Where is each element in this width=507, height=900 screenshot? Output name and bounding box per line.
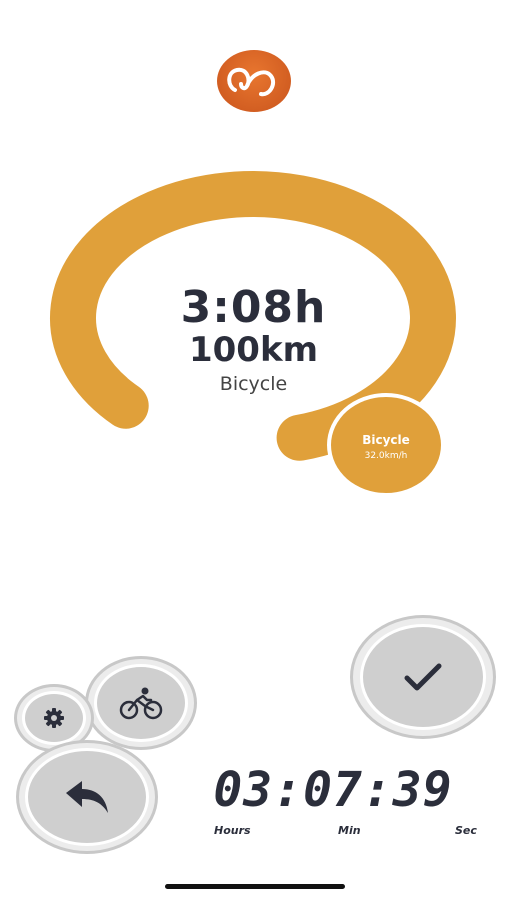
home-indicator bbox=[165, 884, 345, 889]
activity-type: Bicycle bbox=[219, 373, 288, 395]
undo-arrow-icon bbox=[66, 781, 108, 813]
total-duration: 3:08h bbox=[180, 282, 327, 333]
gear-icon bbox=[44, 708, 64, 728]
back-button[interactable] bbox=[16, 740, 158, 854]
checkmark-icon bbox=[404, 663, 442, 691]
activity-type-button-face[interactable] bbox=[94, 664, 188, 742]
timer-hours-label: Hours bbox=[214, 824, 251, 837]
timer-seconds-label: Sec bbox=[455, 824, 477, 837]
total-distance: 100km bbox=[188, 330, 318, 370]
bicycle-icon bbox=[119, 687, 163, 720]
finish-button[interactable] bbox=[350, 615, 496, 739]
timer-minutes-label: Min bbox=[338, 824, 361, 837]
speed-mode-label: Bicycle bbox=[362, 433, 410, 447]
elapsed-timer: 03:07:39 bbox=[213, 762, 453, 818]
back-button-face[interactable] bbox=[25, 748, 149, 846]
speed-value: 32.0km/h bbox=[364, 451, 408, 461]
speed-bubble[interactable]: Bicycle 32.0km/h bbox=[331, 397, 441, 493]
settings-button-face[interactable] bbox=[22, 691, 86, 745]
activity-type-button[interactable] bbox=[85, 656, 197, 750]
finish-button-face[interactable] bbox=[360, 624, 486, 730]
